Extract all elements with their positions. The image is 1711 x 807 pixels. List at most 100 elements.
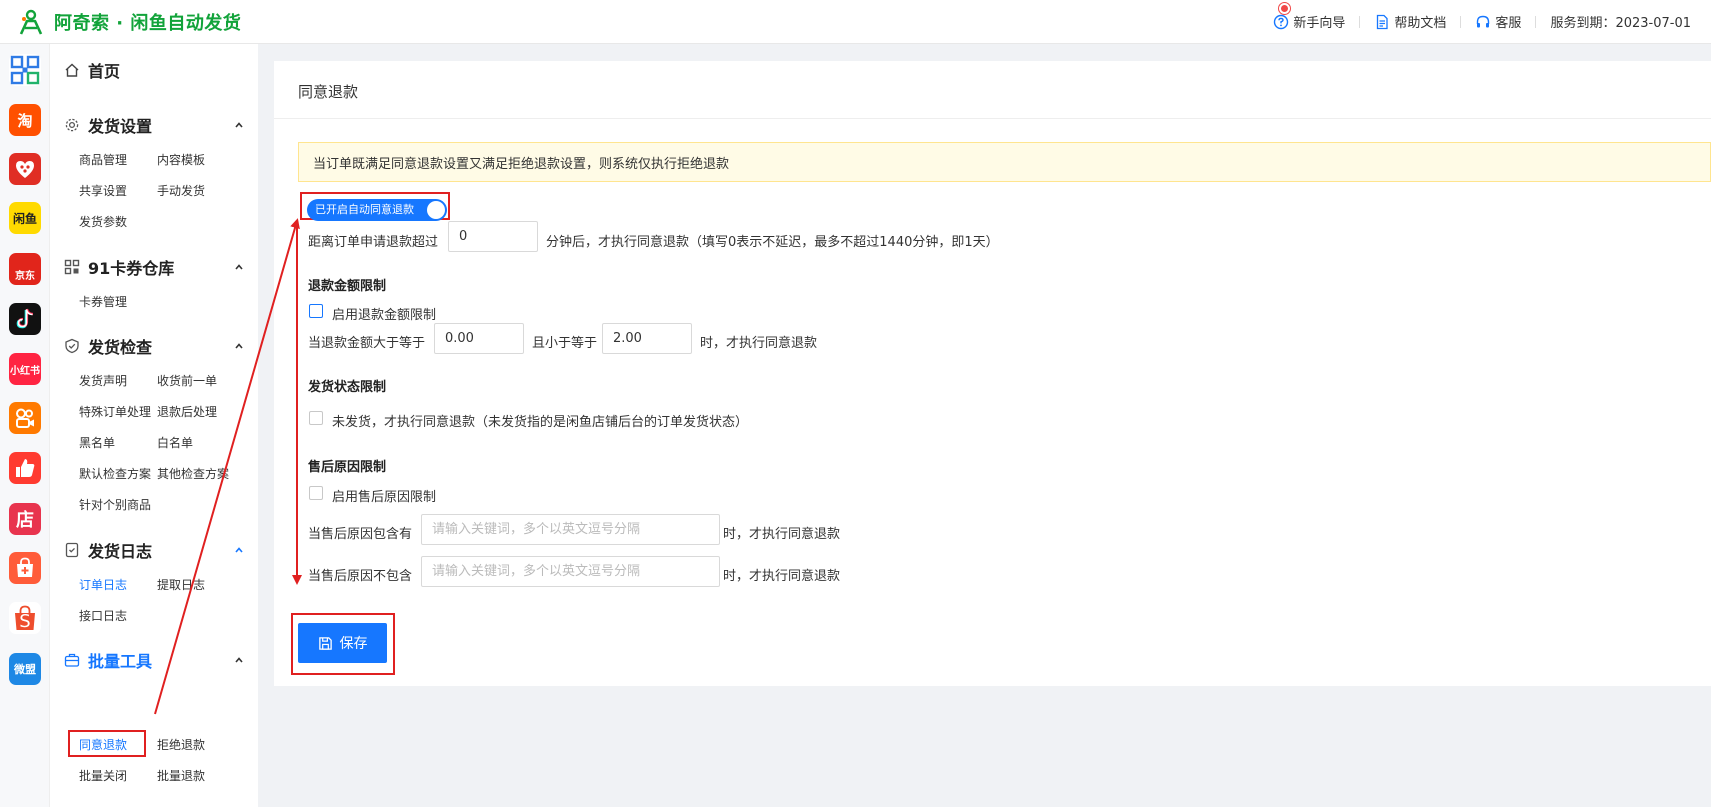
nav-item-blacklist[interactable]: 黑名单 bbox=[79, 434, 115, 451]
nav-item-extract-log[interactable]: 提取日志 bbox=[157, 576, 205, 593]
amount-limit-checkbox[interactable] bbox=[309, 304, 323, 318]
nav-sidebar: 首页 发货设置 商品管理 内容模板 共享设置 手动发货 发货参数 91卡券仓库 … bbox=[50, 44, 258, 807]
shopping-bag-icon[interactable] bbox=[9, 552, 41, 584]
top-header: 阿奇索 · 闲鱼自动发货 新手向导 帮助文档 客服 服务到期：2023-07-0… bbox=[0, 0, 1711, 44]
nav-item-other-check-plan[interactable]: 其他检查方案 bbox=[157, 465, 229, 482]
taobao-icon-text: 淘 bbox=[17, 111, 33, 130]
brand[interactable]: 阿奇索 · 闲鱼自动发货 bbox=[16, 7, 241, 37]
app-title: 阿奇索 · 闲鱼自动发货 bbox=[54, 12, 242, 34]
home-icon bbox=[65, 63, 79, 77]
pinduoduo-icon[interactable] bbox=[9, 153, 41, 185]
nav-item-share-settings[interactable]: 共享设置 bbox=[79, 182, 127, 199]
log-icon bbox=[65, 542, 79, 558]
kuaishou-icon[interactable] bbox=[9, 402, 41, 434]
nav-group-label: 91卡券仓库 bbox=[88, 259, 175, 278]
chevron-up-icon bbox=[235, 264, 243, 270]
grid-app-icon[interactable] bbox=[9, 54, 41, 86]
nav-group-card-warehouse[interactable]: 91卡券仓库 bbox=[64, 255, 244, 279]
nav-group-ship-settings[interactable]: 发货设置 bbox=[64, 113, 244, 137]
nav-group-label: 发货日志 bbox=[88, 542, 153, 561]
reason-include-label: 当售后原因包含有 bbox=[308, 527, 413, 542]
nav-item-after-refund[interactable]: 退款后处理 bbox=[157, 403, 217, 420]
taobao-icon[interactable]: 淘 bbox=[9, 104, 41, 136]
delay-minutes-input[interactable] bbox=[448, 221, 538, 252]
shield-check-icon bbox=[65, 338, 79, 354]
nav-item-order-log[interactable]: 订单日志 bbox=[79, 576, 127, 593]
chevron-up-icon bbox=[235, 343, 243, 349]
nav-item-specific-products[interactable]: 针对个别商品 bbox=[79, 496, 151, 513]
nav-item-api-log[interactable]: 接口日志 bbox=[79, 607, 127, 624]
jd-icon[interactable]: 京东 bbox=[9, 253, 41, 285]
delay-suffix-label: 分钟后，才执行同意退款（填写0表示不延迟，最多不超过1440分钟，即1天） bbox=[546, 235, 999, 250]
nav-item-ship-statement[interactable]: 发货声明 bbox=[79, 372, 127, 389]
nav-item-card-manage[interactable]: 卡券管理 bbox=[79, 293, 127, 310]
store-icon[interactable]: 店 bbox=[9, 503, 41, 535]
service-expiry: 服务到期：2023-07-01 bbox=[1550, 16, 1691, 31]
support-link[interactable]: 客服 bbox=[1461, 12, 1535, 31]
nav-item-pre-receipt-order[interactable]: 收货前一单 bbox=[157, 372, 217, 389]
nav-group-ship-log[interactable]: 发货日志 bbox=[64, 538, 244, 562]
reason-include-suffix: 时，才执行同意退款 bbox=[723, 527, 841, 542]
nav-item-special-orders[interactable]: 特殊订单处理 bbox=[79, 403, 151, 420]
douyin-icon[interactable] bbox=[9, 303, 41, 335]
weimeng-icon[interactable]: 微盟 bbox=[9, 653, 41, 685]
notice-banner: 当订单既满足同意退款设置又满足拒绝退款设置，则系统仅执行拒绝退款 bbox=[298, 142, 1711, 182]
nav-item-product-manage[interactable]: 商品管理 bbox=[79, 151, 127, 168]
reason-limit-checkbox[interactable] bbox=[309, 486, 323, 500]
nav-item-content-template[interactable]: 内容模板 bbox=[157, 151, 205, 168]
weimeng-icon-text: 微盟 bbox=[14, 663, 36, 676]
jd-icon-text: 京东 bbox=[15, 271, 35, 282]
reason-limit-checkbox-label: 启用售后原因限制 bbox=[332, 490, 437, 505]
nav-item-manual-ship[interactable]: 手动发货 bbox=[157, 182, 205, 199]
chevron-up-icon bbox=[235, 122, 243, 128]
switch-knob bbox=[427, 201, 445, 219]
amount-min-input[interactable] bbox=[434, 323, 524, 354]
chevron-up-icon bbox=[235, 657, 243, 663]
amount-min-prefix: 当退款金额大于等于 bbox=[308, 336, 426, 351]
docs-link-label: 帮助文档 bbox=[1394, 16, 1447, 31]
gear-icon bbox=[65, 118, 79, 132]
notice-text: 当订单既满足同意退款设置又满足拒绝退款设置，则系统仅执行拒绝退款 bbox=[313, 156, 730, 172]
reason-exclude-label: 当售后原因不包含 bbox=[308, 569, 413, 584]
nav-item-ship-params[interactable]: 发货参数 bbox=[79, 213, 127, 230]
nav-group-ship-check[interactable]: 发货检查 bbox=[64, 334, 244, 358]
nav-item-default-check-plan[interactable]: 默认检查方案 bbox=[79, 465, 151, 482]
switch-label: 已开启自动同意退款 bbox=[315, 203, 414, 216]
store-icon-text: 店 bbox=[16, 510, 34, 531]
xianyu-icon[interactable]: 闲鱼 bbox=[9, 202, 41, 234]
reason-limit-title: 售后原因限制 bbox=[308, 460, 387, 475]
nav-group-batch-tools[interactable]: 批量工具 bbox=[64, 648, 244, 672]
guide-link-label: 新手向导 bbox=[1293, 16, 1346, 31]
ship-status-title: 发货状态限制 bbox=[308, 380, 387, 395]
auto-agree-refund-switch[interactable]: 已开启自动同意退款 bbox=[307, 199, 447, 221]
document-icon bbox=[1377, 14, 1389, 29]
shopee-icon[interactable]: S bbox=[9, 602, 41, 634]
nav-home-label: 首页 bbox=[88, 62, 121, 81]
nav-group-label: 发货检查 bbox=[88, 338, 153, 357]
brand-logo-icon bbox=[19, 9, 43, 35]
xiaohongshu-icon[interactable]: 小红书 bbox=[9, 353, 41, 385]
reason-exclude-input[interactable] bbox=[421, 556, 720, 587]
unshipped-only-label: 未发货，才执行同意退款（未发货指的是闲鱼店铺后台的订单发货状态） bbox=[332, 415, 749, 430]
nav-home[interactable]: 首页 bbox=[64, 58, 120, 82]
amount-max-input[interactable] bbox=[602, 323, 692, 354]
amount-suffix-label: 时，才执行同意退款 bbox=[700, 336, 818, 351]
help-circle-icon bbox=[1274, 14, 1289, 29]
nav-group-label: 批量工具 bbox=[88, 652, 153, 671]
nav-item-batch-close[interactable]: 批量关闭 bbox=[79, 767, 127, 784]
card-divider bbox=[274, 118, 1711, 119]
nav-item-reject-refund[interactable]: 拒绝退款 bbox=[157, 736, 205, 753]
unshipped-only-checkbox[interactable] bbox=[309, 411, 323, 425]
thumbs-up-icon[interactable] bbox=[9, 452, 41, 484]
support-link-label: 客服 bbox=[1495, 16, 1522, 31]
save-button[interactable]: 保存 bbox=[298, 623, 387, 663]
amount-middle-label: 且小于等于 bbox=[532, 336, 598, 351]
nav-item-whitelist[interactable]: 白名单 bbox=[157, 434, 193, 451]
page-title: 同意退款 bbox=[298, 83, 359, 101]
notification-dot bbox=[1279, 3, 1291, 14]
toolbox-icon bbox=[64, 653, 80, 667]
docs-link[interactable]: 帮助文档 bbox=[1360, 12, 1460, 31]
reason-include-input[interactable] bbox=[421, 514, 720, 545]
guide-link[interactable]: 新手向导 bbox=[1259, 3, 1359, 31]
nav-item-batch-refund[interactable]: 批量退款 bbox=[157, 767, 205, 784]
